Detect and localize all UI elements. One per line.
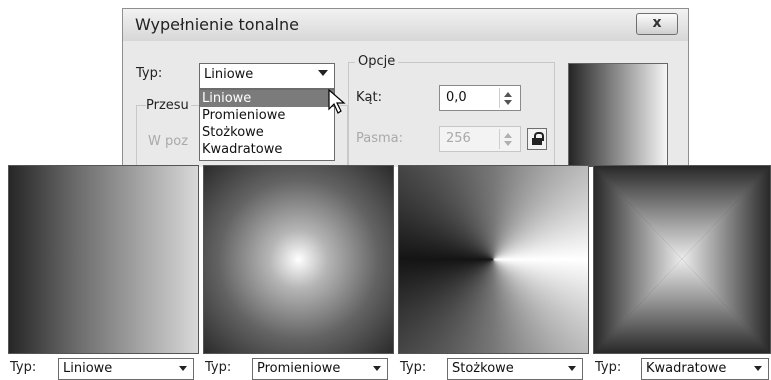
angle-spin-buttons[interactable] <box>499 88 518 108</box>
spin-down-icon <box>504 141 512 146</box>
panel-type-label: Typ: <box>400 360 427 375</box>
chevron-down-icon <box>318 70 328 76</box>
dropdown-option[interactable]: Promieniowe <box>200 107 334 124</box>
spin-up-icon <box>504 133 512 138</box>
dropdown-option[interactable]: Kwadratowe <box>200 141 334 158</box>
panel-type-value: Stożkowe <box>452 361 514 376</box>
panel-type-value: Liniowe <box>63 361 113 376</box>
dropdown-option[interactable]: Liniowe <box>200 90 334 107</box>
close-button[interactable]: x <box>636 13 678 35</box>
square-gradient-graphic <box>594 166 770 353</box>
linear-gradient-sample <box>8 165 199 354</box>
chevron-down-icon <box>568 366 576 371</box>
center-label: W poz <box>148 134 189 149</box>
radial-gradient-sample <box>203 165 394 354</box>
panel-type-label: Typ: <box>595 360 622 375</box>
steps-value: 256 <box>446 131 471 146</box>
dropdown-option[interactable]: Stożkowe <box>200 124 334 141</box>
panel-type-select[interactable]: Promieniowe <box>252 358 388 380</box>
steps-spinner[interactable]: 256 <box>439 126 521 152</box>
panel-type-label: Typ: <box>205 360 232 375</box>
lock-button[interactable] <box>527 128 547 150</box>
panel-type-select[interactable]: Liniowe <box>58 358 194 380</box>
chevron-down-icon <box>373 366 381 371</box>
angle-spinner[interactable]: 0,0 <box>439 85 521 111</box>
panel-type-value: Kwadratowe <box>646 361 727 376</box>
offset-group-label: Przesu <box>146 98 191 113</box>
type-select[interactable]: Liniowe <box>199 63 335 89</box>
gradient-fill-dialog: Wypełnienie tonalne x Typ: Liniowe Przes… <box>122 8 689 167</box>
panel-type-select[interactable]: Kwadratowe <box>641 358 769 380</box>
steps-label: Pasma: <box>356 131 404 146</box>
panel-type-select[interactable]: Stożkowe <box>447 358 583 380</box>
chevron-down-icon <box>179 366 187 371</box>
spin-up-icon <box>504 92 512 97</box>
close-icon: x <box>652 15 662 31</box>
type-dropdown-list: Liniowe Promieniowe Stożkowe Kwadratowe <box>199 89 335 161</box>
spin-down-icon <box>504 100 512 105</box>
lock-icon-body <box>532 138 542 145</box>
type-select-value: Liniowe <box>204 67 254 82</box>
gradient-preview <box>568 63 668 167</box>
type-label: Typ: <box>136 66 163 81</box>
options-group-label: Opcje <box>355 54 399 69</box>
title-bar: Wypełnienie tonalne x <box>123 9 688 41</box>
mouse-cursor-icon <box>328 89 346 114</box>
dialog-title: Wypełnienie tonalne <box>135 15 299 34</box>
square-gradient-sample <box>593 165 771 354</box>
panel-type-value: Promieniowe <box>257 361 341 376</box>
steps-spin-buttons[interactable] <box>499 129 518 149</box>
panel-type-label: Typ: <box>10 360 37 375</box>
chevron-down-icon <box>754 366 762 371</box>
angle-value: 0,0 <box>446 90 467 105</box>
conical-gradient-sample <box>398 165 589 354</box>
angle-label: Kąt: <box>356 90 382 105</box>
